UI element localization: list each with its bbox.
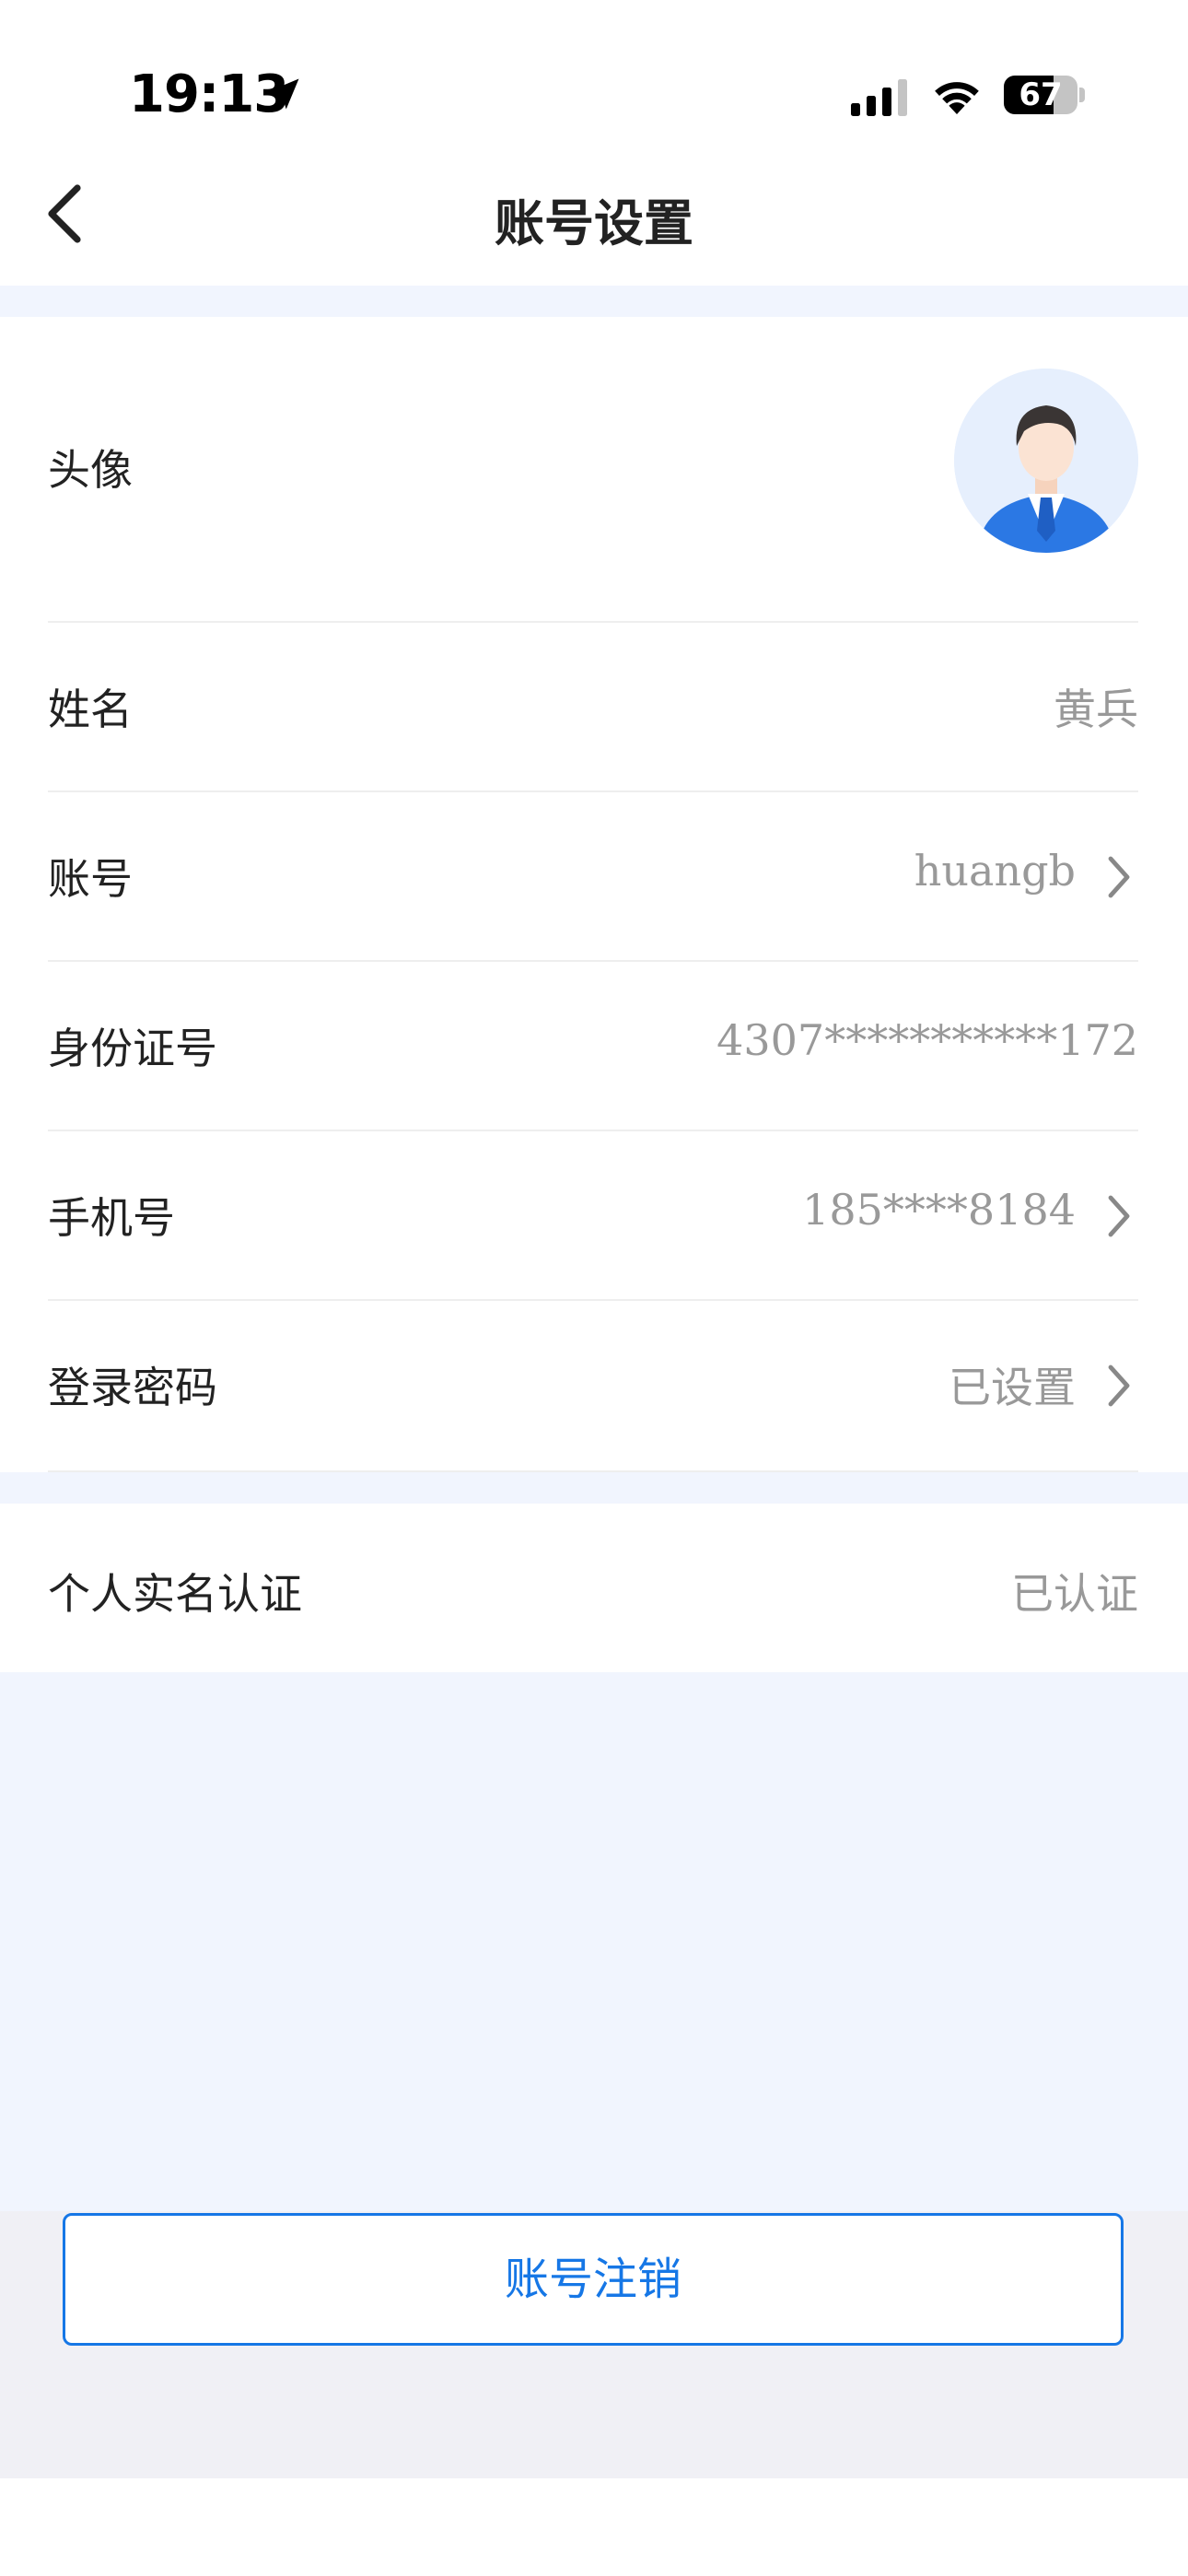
chevron-right-icon [1108,1364,1130,1407]
name-value: 黄兵 [1054,685,1138,734]
user-avatar-icon [954,369,1138,553]
password-value: 已设置 [949,1363,1076,1412]
battery-cap [1079,88,1085,102]
id-number-label: 身份证号 [48,1024,217,1073]
avatar[interactable] [954,369,1138,553]
avatar-row[interactable]: 头像 [48,317,1138,623]
cellular-signal-icon [851,79,907,116]
navigation-bar: 账号设置 [0,157,1188,286]
verification-row: 个人实名认证 已认证 [48,1504,1138,1672]
password-row[interactable]: 登录密码 已设置 [48,1301,1138,1472]
location-arrow-icon [268,78,299,110]
id-number-value: 4307***********172 [716,1015,1138,1065]
page-title: 账号设置 [495,194,693,252]
profile-section: 头像 姓名 黄兵 账号 huangb 身份证号 4307***********1… [0,317,1188,1472]
home-indicator-area [0,2478,1188,2576]
section-gap [0,286,1188,317]
account-value: huangb [914,846,1076,896]
verification-label: 个人实名认证 [48,1569,302,1619]
phone-value: 185****8184 [802,1185,1076,1235]
cancel-account-button[interactable]: 账号注销 [63,2213,1124,2346]
password-label: 登录密码 [48,1363,217,1412]
phone-row[interactable]: 手机号 185****8184 [48,1131,1138,1301]
chevron-right-icon [1108,856,1130,898]
empty-background [0,1672,1188,2211]
account-label: 账号 [48,854,133,904]
name-row: 姓名 黄兵 [48,623,1138,792]
battery-indicator: 67 [1004,76,1077,114]
battery-percentage: 67 [1019,76,1063,113]
chevron-right-icon [1108,1195,1130,1237]
phone-label: 手机号 [48,1193,175,1243]
account-row[interactable]: 账号 huangb [48,792,1138,962]
verification-status: 已认证 [1011,1569,1138,1619]
wifi-icon [935,82,979,114]
id-number-row: 身份证号 4307***********172 [48,962,1138,1131]
name-label: 姓名 [48,685,133,734]
section-gap [0,1472,1188,1504]
avatar-label: 头像 [48,445,133,495]
verification-section: 个人实名认证 已认证 [0,1504,1188,1672]
